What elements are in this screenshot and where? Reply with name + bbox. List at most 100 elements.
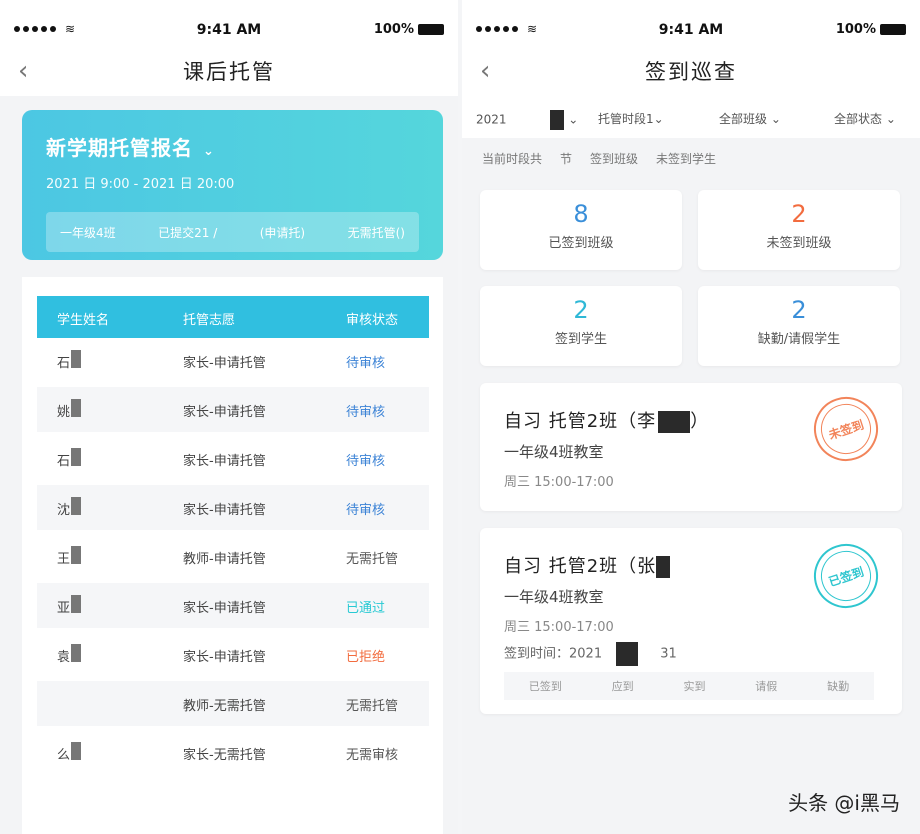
table-row[interactable]: 姚 家长-申请托管 待审核	[37, 387, 429, 432]
stamp-label: 未签到	[826, 417, 866, 442]
table-row[interactable]: 王 教师-申请托管 无需托管	[37, 534, 429, 579]
chevron-down-icon: ⌄	[770, 112, 781, 126]
student-name: 沈	[57, 503, 71, 518]
student-name: 亚	[57, 601, 71, 616]
stat-value: 8	[573, 200, 589, 228]
stat-absent-student[interactable]: 2 缺勤/请假学生	[698, 286, 900, 366]
class-card[interactable]: 自习 托管2班（李） 一年级4班教室 周三 15:00-17:00 未签到	[480, 383, 902, 511]
student-intent: 家长-申请托管	[183, 356, 266, 371]
enrollment-banner[interactable]: 新学期托管报名 ⌄ 2021 日 9:00 - 2021 日 20:00 一年级4…	[22, 110, 443, 260]
sign-time-tail: 31	[660, 646, 677, 662]
summary-lessons: 节	[560, 152, 573, 166]
student-status: 已通过	[346, 601, 386, 616]
student-intent: 教师-申请托管	[183, 552, 266, 567]
filter-period[interactable]: 托管时段1⌄	[598, 110, 664, 127]
name-redaction	[71, 595, 81, 613]
student-intent: 家长-申请托管	[183, 601, 266, 616]
summary-tabs: 当前时段共 节 签到班级 未签到学生	[482, 150, 902, 167]
filter-period-label: 托管时段1	[598, 112, 654, 126]
student-table: 学生姓名 托管志愿 审核状态 石家长-申请托管 待审核姚家长-申请托管 待审核石家长…	[22, 277, 443, 834]
filter-date[interactable]: 2021 ⌄	[476, 110, 578, 130]
filter-class-label: 全部班级	[719, 112, 768, 126]
chevron-down-icon[interactable]: ⌄	[203, 144, 215, 159]
table-row[interactable]: 教师-无需托管 无需托管	[37, 681, 429, 726]
header-student-name: 学生姓名	[57, 313, 110, 328]
back-icon[interactable]: ‹	[480, 56, 490, 86]
sign-time-label: 签到时间：2021	[504, 646, 603, 662]
name-redaction	[71, 448, 81, 466]
battery-icon	[880, 24, 906, 35]
battery-indicator: 100%	[374, 22, 444, 37]
student-status[interactable]: 待审核	[346, 499, 385, 518]
banner-stat-class: 一年级4班	[60, 225, 116, 240]
stat-value: 2	[791, 296, 807, 324]
signed-stamp-icon: 已签到	[805, 535, 887, 617]
stat-unsigned-class[interactable]: 2 未签到班级	[698, 190, 900, 270]
name-redaction	[71, 399, 81, 417]
name-redaction	[71, 546, 81, 564]
stat-label: 签到学生	[554, 332, 607, 347]
chevron-down-icon: ⌄	[568, 112, 579, 127]
battery-percent: 100%	[373, 22, 414, 37]
table-header: 学生姓名 托管志愿 审核状态	[37, 296, 429, 338]
table-row[interactable]: 袁 家长-申请托管 已拒绝	[37, 632, 429, 677]
student-status: 无需审核	[346, 748, 399, 763]
table-row[interactable]: 沈 家长-申请托管 待审核	[37, 485, 429, 530]
student-intent: 教师-无需托管	[183, 699, 266, 714]
table-row[interactable]: 么 家长-无需托管 无需审核	[37, 730, 429, 775]
stat-signed-class[interactable]: 8 已签到班级	[480, 190, 682, 270]
watermark: 头条 @i黑马	[788, 791, 900, 815]
battery-icon	[418, 24, 444, 35]
unsigned-stamp-icon: 未签到	[805, 388, 887, 470]
battery-percent: 100%	[835, 22, 876, 37]
filter-date-label: 2021	[476, 112, 507, 127]
status-bar: ≋ 9:41 AM 100%	[462, 0, 920, 52]
table-row[interactable]: 亚 家长-申请托管 已通过	[37, 583, 429, 628]
nav-bar: ‹ 课后托管	[0, 52, 458, 96]
summary-unsigned-student[interactable]: 未签到学生	[656, 150, 716, 167]
stat-label: 未签到班级	[766, 236, 832, 251]
student-name: 袁	[57, 650, 71, 665]
back-icon[interactable]: ‹	[18, 56, 28, 86]
stat-value: 2	[573, 296, 589, 324]
attendance-summary: 已签到 应到 实到 请假 缺勤	[504, 672, 874, 700]
battery-indicator: 100%	[836, 22, 906, 37]
student-intent: 家长-申请托管	[183, 454, 266, 469]
student-name: 么	[57, 748, 71, 763]
banner-stat-no-need: 无需托管()	[347, 225, 405, 240]
page-title: 签到巡查	[645, 60, 737, 84]
name-redaction	[71, 693, 81, 711]
stat-signed-student[interactable]: 2 签到学生	[480, 286, 682, 366]
banner-stat-submitted: 已提交21 /	[158, 225, 218, 240]
student-status[interactable]: 待审核	[346, 401, 385, 420]
attendance-leave: 请假	[755, 680, 778, 693]
student-name: 王	[57, 552, 71, 567]
banner-title-row[interactable]: 新学期托管报名 ⌄	[46, 132, 419, 161]
student-status: 已拒绝	[346, 650, 386, 665]
student-status: 无需托管	[346, 552, 399, 567]
student-intent: 家长-申请托管	[183, 650, 266, 665]
student-status[interactable]: 待审核	[346, 450, 385, 469]
table-row[interactable]: 石 家长-申请托管 待审核	[37, 338, 429, 383]
summary-signed-class[interactable]: 签到班级	[590, 150, 638, 167]
class-card[interactable]: 自习 托管2班（张 一年级4班教室 周三 15:00-17:00 签到时间：20…	[480, 528, 902, 714]
class-card-title-text: 自习 托管2班（李	[504, 411, 657, 432]
class-card-title: 自习 托管2班（张	[504, 552, 671, 578]
summary-period: 当前时段共	[482, 152, 543, 166]
student-intent: 家长-申请托管	[183, 405, 266, 420]
attendance-actual: 实到	[683, 680, 706, 693]
name-redaction	[71, 742, 81, 760]
filter-class[interactable]: 全部班级 ⌄	[719, 110, 781, 127]
filter-status[interactable]: 全部状态 ⌄	[834, 110, 896, 127]
header-status: 审核状态	[346, 313, 399, 328]
left-screen: ≋ 9:41 AM 100% ‹ 课后托管 新学期托管报名 ⌄ 2021 日 9:…	[0, 0, 458, 834]
table-row[interactable]: 石 家长-申请托管 待审核	[37, 436, 429, 481]
class-card-title: 自习 托管2班（李）	[504, 411, 710, 433]
class-card-room: 一年级4班教室	[504, 443, 604, 461]
banner-stats: 一年级4班 已提交21 / (申请托) 无需托管()	[46, 212, 419, 252]
student-status[interactable]: 待审核	[346, 352, 385, 371]
student-name: 石	[57, 356, 71, 371]
class-card-time: 周三 15:00-17:00	[504, 475, 614, 490]
name-redaction	[71, 350, 81, 368]
class-card-time: 周三 15:00-17:00	[504, 620, 614, 635]
